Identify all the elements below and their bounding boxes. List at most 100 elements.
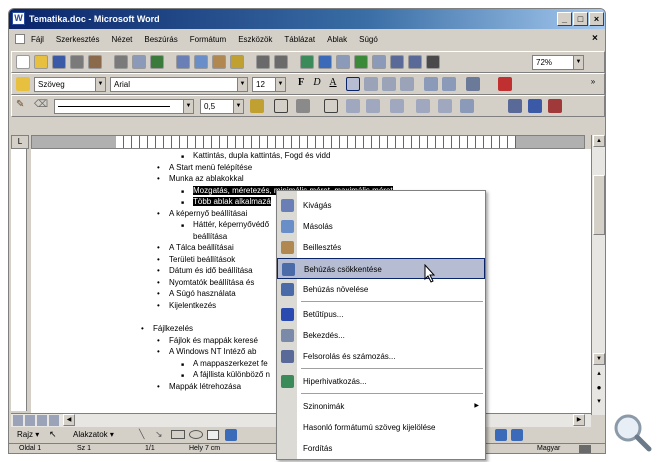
minimize-button[interactable]: _ [557, 12, 572, 26]
paste-icon[interactable] [212, 55, 226, 69]
font-color-icon[interactable] [498, 77, 512, 91]
textbox-icon[interactable] [207, 430, 219, 440]
arrow-icon[interactable]: ↘ [155, 429, 163, 440]
undo-icon[interactable] [256, 55, 270, 69]
format-painter-icon[interactable] [230, 55, 244, 69]
menu-item[interactable]: Beszúrás [144, 35, 177, 44]
menu-item[interactable]: Táblázat [284, 35, 315, 44]
cut-icon[interactable] [176, 55, 190, 69]
chevron-down-icon[interactable]: ▼ [233, 100, 243, 113]
redo-icon[interactable] [274, 55, 288, 69]
context-menu-item[interactable]: Behúzás csökkentése [277, 258, 485, 279]
open-icon[interactable] [34, 55, 48, 69]
distribute-columns-icon[interactable] [438, 99, 452, 113]
zoom-combo[interactable]: 72% ▼ [532, 55, 584, 70]
scroll-left-icon[interactable]: ◀ [63, 414, 75, 426]
context-menu-item[interactable]: Szinonimák ▶ [277, 396, 485, 417]
document-line[interactable]: • Kijelentkezés [157, 301, 216, 310]
align-left-button[interactable] [346, 77, 360, 91]
next-page-icon[interactable]: ▾ [593, 397, 605, 409]
doc-icon[interactable] [15, 34, 25, 44]
normal-view-icon[interactable] [13, 415, 23, 426]
document-line[interactable]: • Nyomtatók beállítása és [157, 278, 254, 287]
highlight-icon[interactable] [466, 77, 480, 91]
menu-item[interactable]: Szerkesztés [56, 35, 100, 44]
justify-button[interactable] [400, 77, 414, 91]
title-bar[interactable]: Tematika.doc - Microsoft Word [9, 9, 605, 29]
pen-icon[interactable]: ✎ [16, 99, 30, 113]
oval-icon[interactable] [189, 430, 203, 439]
sort-descending-icon[interactable] [548, 99, 562, 113]
hyperlink-icon[interactable] [300, 55, 314, 69]
menu-item[interactable]: Fájl [31, 35, 44, 44]
document-line[interactable]: • A Tálca beállításai [157, 243, 234, 252]
insert-table-icon[interactable] [324, 99, 338, 113]
eraser-icon[interactable]: ⌫ [34, 99, 48, 113]
document-line[interactable]: • Mappák létrehozása [157, 382, 241, 391]
copy-icon[interactable] [194, 55, 208, 69]
align-center-button[interactable] [364, 77, 378, 91]
document-line[interactable]: ■ Több ablak alkalmazá [181, 197, 271, 206]
document-line[interactable]: ■ Háttér, képernyővédő [181, 220, 269, 229]
permission-icon[interactable] [70, 55, 84, 69]
save-icon[interactable] [52, 55, 66, 69]
context-menu-item[interactable]: Bekezdés... [277, 325, 485, 346]
wordart-icon[interactable] [225, 429, 237, 441]
browse-object-icon[interactable]: ● [593, 383, 605, 395]
font-combo[interactable]: Arial ▼ [110, 77, 248, 92]
bold-button[interactable]: F [294, 77, 308, 91]
document-line[interactable]: • Fájlok és mappák keresé [157, 336, 258, 345]
borders-icon[interactable] [274, 99, 288, 113]
styles-icon[interactable] [16, 77, 30, 91]
chevron-down-icon[interactable]: ▼ [95, 78, 105, 91]
show-hide-icon[interactable] [426, 55, 440, 69]
scroll-thumb[interactable] [593, 175, 605, 235]
shadow-icon[interactable] [511, 429, 523, 441]
maximize-button[interactable]: □ [573, 12, 588, 26]
shading-icon[interactable] [296, 99, 310, 113]
tables-borders-icon[interactable] [318, 55, 332, 69]
scroll-down-icon[interactable]: ▼ [593, 353, 605, 365]
insert-table-icon[interactable] [336, 55, 350, 69]
context-menu-item[interactable]: Fordítás [277, 438, 485, 459]
context-menu-item[interactable]: Behúzás növelése [277, 279, 485, 300]
menu-item[interactable]: Nézet [111, 35, 132, 44]
chevron-down-icon[interactable]: ▼ [237, 78, 247, 91]
line-icon[interactable]: ╲ [139, 429, 144, 440]
document-line[interactable]: • A Windows NT Intéző ab [157, 347, 256, 356]
outline-view-icon[interactable] [49, 415, 59, 426]
menu-item[interactable]: Eszközök [238, 35, 272, 44]
document-line[interactable]: • Fájlkezelés [141, 324, 193, 333]
distribute-rows-icon[interactable] [416, 99, 430, 113]
toolbar-options-icon[interactable]: » [586, 77, 600, 91]
underline-button[interactable]: A [326, 77, 340, 91]
font-size-combo[interactable]: 12 ▼ [252, 77, 286, 92]
context-menu-item[interactable]: Másolás [277, 216, 485, 237]
context-menu-item[interactable]: Felsorolás és számozás... [277, 346, 485, 367]
chevron-down-icon[interactable]: ▼ [573, 56, 583, 69]
draw-menu-button[interactable]: Rajz ▾ [17, 430, 39, 439]
magnifier-icon[interactable] [612, 412, 652, 452]
style-combo[interactable]: Szöveg ▼ [34, 77, 106, 92]
line-style-combo[interactable]: ▼ [54, 99, 194, 114]
document-line[interactable]: • A képernyő beállításai [157, 209, 247, 218]
drawing-icon[interactable] [390, 55, 404, 69]
document-line[interactable]: ■ A fájllista különböző n [181, 370, 270, 379]
document-line[interactable]: beállítása [181, 232, 227, 241]
numbering-button[interactable] [424, 77, 438, 91]
sort-ascending-icon[interactable] [528, 99, 542, 113]
close-button[interactable]: × [589, 12, 604, 26]
spelling-icon[interactable] [150, 55, 164, 69]
columns-icon[interactable] [372, 55, 386, 69]
rectangle-icon[interactable] [171, 430, 185, 439]
document-map-icon[interactable] [408, 55, 422, 69]
document-line[interactable]: • Dátum és idő beállítása [157, 266, 253, 275]
print-icon[interactable] [114, 55, 128, 69]
context-menu-item[interactable]: Betűtípus... [277, 304, 485, 325]
autoformat-icon[interactable] [460, 99, 474, 113]
spelling-status-icon[interactable] [579, 445, 591, 453]
context-menu-item[interactable]: Hasonló formátumú szöveg kijelölése [277, 417, 485, 438]
merge-cells-icon[interactable] [346, 99, 360, 113]
print-preview-icon[interactable] [132, 55, 146, 69]
tab-selector-icon[interactable]: L [11, 135, 29, 149]
